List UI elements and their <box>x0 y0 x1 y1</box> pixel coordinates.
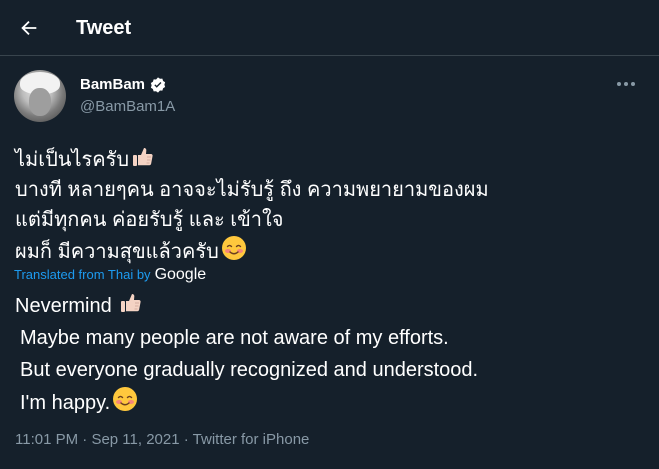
back-button[interactable] <box>16 15 42 41</box>
separator: · <box>183 431 189 448</box>
page-title: Tweet <box>76 17 132 39</box>
tweet-date[interactable]: Sep 11, 2021 <box>91 431 179 448</box>
avatar[interactable] <box>14 70 66 122</box>
tweet-line: Maybe many people are not aware of my ef… <box>20 327 449 349</box>
tweet-text-translated: Nevermind Maybe many people are not awar… <box>15 290 645 419</box>
thumbs-up-icon <box>133 148 153 166</box>
tweet-line: แต่มีทุกคน ค่อยรับรู้ และ เข้าใจ <box>15 209 284 231</box>
separator: · <box>82 431 88 448</box>
translation-attribution[interactable]: Translated from Thai by Google <box>14 266 206 284</box>
more-horizontal-icon <box>617 82 635 86</box>
arrow-left-icon <box>21 20 37 36</box>
thumbs-up-icon <box>121 294 141 312</box>
author-name-row[interactable]: BamBam <box>80 75 167 95</box>
tweet-line: ผมก็ มีความสุขแล้วครับ <box>15 235 635 267</box>
smiling-face-icon <box>221 236 246 260</box>
tweet-line: I'm happy. <box>15 386 645 419</box>
tweet-header: Tweet <box>0 0 659 56</box>
tweet-line: บางที หลายๆคน อาจจะไม่รับรู้ ถึง ความพยา… <box>15 179 489 201</box>
tweet-metadata: 11:01 PM · Sep 11, 2021 · Twitter for iP… <box>15 430 309 450</box>
author-handle[interactable]: @BamBam1A <box>80 97 175 117</box>
verified-badge-icon <box>150 77 166 93</box>
display-name[interactable]: BamBam <box>80 75 145 95</box>
tweet-client[interactable]: Twitter for iPhone <box>193 431 310 448</box>
tweet-line: But everyone gradually recognized and un… <box>20 359 479 381</box>
tweet-line: Nevermind <box>15 290 645 322</box>
google-logo: Google <box>154 266 207 283</box>
more-options-button[interactable] <box>612 74 640 94</box>
smiling-face-icon <box>113 387 138 411</box>
tweet-text-original: ไม่เป็นไรครับ บางที หลายๆคน อาจจะไม่รับร… <box>15 145 635 267</box>
tweet-time[interactable]: 11:01 PM <box>15 431 78 448</box>
translation-prefix[interactable]: Translated from Thai by <box>14 266 151 284</box>
tweet-line: ไม่เป็นไรครับ <box>15 145 635 175</box>
